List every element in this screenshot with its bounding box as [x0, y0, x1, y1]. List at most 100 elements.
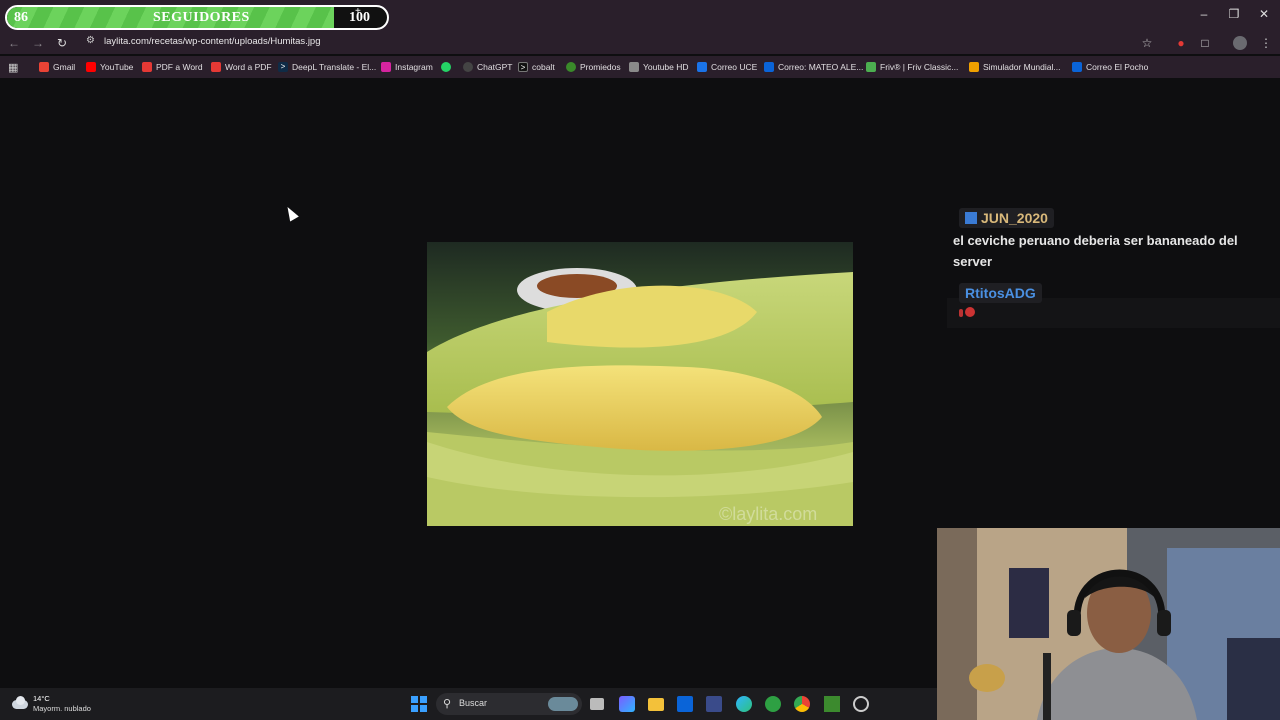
streamer-webcam	[937, 528, 1280, 720]
site-info-icon[interactable]: ⚙	[86, 35, 95, 46]
bookmark-label: Word a PDF	[225, 62, 272, 72]
reload-icon[interactable]: ↻	[54, 35, 70, 51]
bookmark-label: DeepL Translate - El...	[292, 62, 377, 72]
weather-cloud-icon	[12, 696, 28, 710]
bookmark-chatgpt[interactable]: ChatGPT	[463, 60, 512, 74]
forward-icon[interactable]: →	[30, 35, 46, 51]
emote-icon	[959, 307, 975, 317]
bookmark-youtube-hd[interactable]: Youtube HD	[629, 60, 689, 74]
bookmark-word-a-pdf[interactable]: Word a PDF	[211, 60, 272, 74]
mail-icon	[697, 62, 707, 72]
bookmark-label: Gmail	[53, 62, 76, 72]
bookmark-label: ChatGPT	[477, 62, 513, 72]
close-icon[interactable]: ✕	[1256, 6, 1272, 22]
humitas-photo[interactable]: ©laylita.com	[427, 242, 853, 526]
weather-desc[interactable]: Mayorm. nublado	[33, 704, 91, 713]
bookmark-label: Correo: MATEO ALE...	[778, 62, 864, 72]
bookmark-instagram[interactable]: Instagram	[381, 60, 433, 74]
bookmark-label: Instagram	[395, 62, 433, 72]
outlook-icon	[764, 62, 774, 72]
instagram-icon	[381, 62, 391, 72]
browser-navbar: ← → ↻ ⚙ laylita.com/recetas/wp-content/u…	[0, 32, 1280, 54]
apps-grid-icon[interactable]: ▦	[8, 60, 18, 74]
minimize-icon[interactable]: –	[1196, 6, 1212, 22]
bookmark-label: PDF a Word	[156, 62, 203, 72]
taskbar-search[interactable]: ⚲ Buscar	[436, 693, 582, 715]
bookmark-star-icon[interactable]: ☆	[1139, 35, 1155, 51]
bookmark-correo-el-pocho[interactable]: Correo El Pocho	[1072, 60, 1148, 74]
profile-avatar[interactable]	[1233, 36, 1247, 50]
bookmark-label: cobalt	[532, 62, 555, 72]
outlook-icon	[1072, 62, 1082, 72]
window-titlebar: 86 SEGUIDORES + 100 – ❐ ✕	[0, 0, 1280, 32]
outlook-icon[interactable]	[677, 696, 693, 712]
menu-kebab-icon[interactable]: ⋮	[1258, 35, 1274, 51]
copilot-icon[interactable]	[619, 696, 635, 712]
chatgpt-icon	[463, 62, 473, 72]
bookmark-friv[interactable]: Friv® | Friv Classic...	[866, 60, 958, 74]
minecraft-icon[interactable]	[824, 696, 840, 712]
gmail-icon	[39, 62, 49, 72]
weather-temp[interactable]: 14°C	[33, 694, 50, 703]
chat-username: JUN_2020	[981, 210, 1048, 226]
pdf-icon	[211, 62, 221, 72]
stream-chat-overlay: JUN_2020 el ceviche peruano deberia ser …	[947, 206, 1280, 330]
bookmark-label: Friv® | Friv Classic...	[880, 62, 959, 72]
settings-icon[interactable]	[853, 696, 869, 712]
bookmark-cobalt[interactable]: > cobalt	[518, 60, 555, 74]
bookmarks-bar: ▦ Gmail YouTube PDF a Word Word a PDF > D…	[0, 56, 1280, 78]
bookmark-deepl[interactable]: > DeepL Translate - El...	[278, 60, 376, 74]
bookmark-simulador[interactable]: Simulador Mundial...	[969, 60, 1060, 74]
photo-watermark: ©laylita.com	[719, 504, 817, 524]
task-view-icon[interactable]	[590, 698, 604, 710]
search-placeholder: Buscar	[459, 698, 488, 708]
address-bar[interactable]: ⚙ laylita.com/recetas/wp-content/uploads…	[78, 32, 1168, 53]
extensions-puzzle-icon[interactable]: □	[1197, 35, 1213, 51]
bookmark-label: Simulador Mundial...	[983, 62, 1061, 72]
restore-icon[interactable]: ❐	[1226, 6, 1242, 22]
windows-start-icon[interactable]	[411, 696, 427, 712]
follower-goal-bar: 86 SEGUIDORES + 100	[5, 5, 389, 30]
cobalt-icon: >	[518, 62, 528, 72]
chat-username: RtitosADG	[965, 285, 1036, 301]
bookmark-label: Correo UCE	[711, 62, 758, 72]
deepl-icon: >	[278, 62, 288, 72]
bookmark-correo-mateo[interactable]: Correo: MATEO ALE...	[764, 60, 863, 74]
follower-goal-label: SEGUIDORES	[153, 10, 250, 25]
utorrent-icon[interactable]	[765, 696, 781, 712]
pdf-icon	[142, 62, 152, 72]
search-icon: ⚲	[443, 698, 452, 710]
user-badge-icon	[965, 212, 977, 224]
bookmark-promiedos[interactable]: Promiedos	[566, 60, 621, 74]
friv-icon	[866, 62, 876, 72]
edge-icon[interactable]	[736, 696, 752, 712]
bookmark-label: Youtube HD	[643, 62, 689, 72]
bookmark-correo-uce[interactable]: Correo UCE	[697, 60, 757, 74]
url-text[interactable]: laylita.com/recetas/wp-content/uploads/H…	[104, 36, 321, 47]
chat-user-badge: JUN_2020	[959, 208, 1054, 228]
whatsapp-icon	[441, 62, 451, 72]
promiedos-icon	[566, 62, 576, 72]
bookmark-gmail[interactable]: Gmail	[39, 60, 75, 74]
bookmark-label: Correo El Pocho	[1086, 62, 1149, 72]
youtube-hd-icon	[629, 62, 639, 72]
youtube-icon	[86, 62, 96, 72]
microsoft-store-icon[interactable]	[706, 696, 722, 712]
search-highlight-icon	[548, 697, 578, 711]
chrome-icon[interactable]	[794, 696, 810, 712]
extension-icon[interactable]: ●	[1173, 35, 1189, 51]
webcam-feed	[937, 528, 1280, 720]
humitas-image: ©laylita.com	[427, 242, 853, 526]
file-explorer-icon[interactable]	[648, 698, 664, 711]
back-icon[interactable]: ←	[6, 35, 22, 51]
bookmark-pdf-a-word[interactable]: PDF a Word	[142, 60, 203, 74]
follower-count: 86	[14, 10, 28, 25]
simulator-icon	[969, 62, 979, 72]
windows-taskbar: 14°C Mayorm. nublado ⚲ Buscar	[0, 688, 937, 720]
bookmark-label: Promiedos	[580, 62, 621, 72]
follower-goal-target: 100	[349, 10, 370, 25]
chat-message-text: el ceviche peruano deberia ser bananeado…	[953, 233, 1238, 269]
bookmark-label: YouTube	[100, 62, 134, 72]
bookmark-whatsapp[interactable]	[441, 60, 451, 74]
bookmark-youtube[interactable]: YouTube	[86, 60, 133, 74]
